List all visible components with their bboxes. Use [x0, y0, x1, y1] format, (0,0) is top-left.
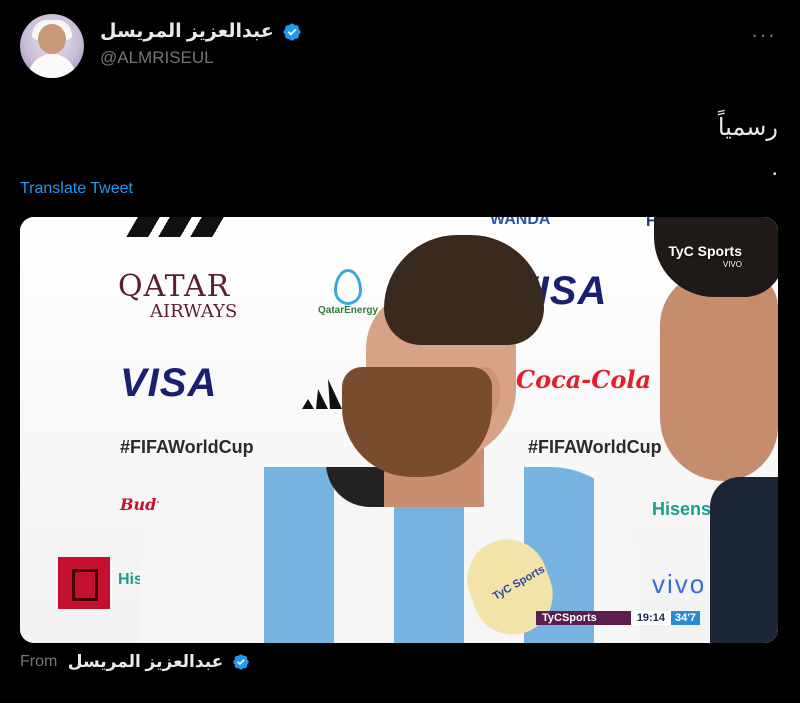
- hashtag-right: #FIFAWorldCup: [528, 437, 662, 457]
- hashtag-left: #FIFAWorldCup: [120, 437, 254, 457]
- avatar[interactable]: [20, 14, 84, 78]
- sponsor-wanda: WANDA: [490, 217, 551, 228]
- more-options-icon[interactable]: ···: [751, 22, 776, 48]
- tweet-media-video[interactable]: WANDA HYUN QATAR AIRWAYS QatarEnergy VIS…: [20, 217, 778, 643]
- sponsor-qatarenergy: QatarEnergy: [318, 305, 379, 316]
- author-display-name[interactable]: عبدالعزيز المريسل: [100, 20, 274, 43]
- sponsor-visa-left: VISA: [120, 361, 218, 405]
- reporter-suit: [710, 477, 778, 643]
- reporter-face: [660, 271, 778, 481]
- jersey-stripe: [264, 467, 334, 643]
- author-handle[interactable]: @ALMRISEUL: [100, 48, 302, 68]
- scorebug-time: 19:14: [630, 611, 671, 625]
- tweet-source: From عبدالعزيز المريسل: [20, 652, 250, 672]
- sponsor-qatar-line1: QATAR: [118, 269, 231, 304]
- from-label: From: [20, 653, 58, 671]
- avatar-body: [28, 54, 76, 78]
- broadcast-live-label: VIVO: [722, 260, 742, 269]
- verified-badge-icon: [283, 22, 301, 41]
- qatarenergy-drop-icon: [334, 269, 362, 305]
- translate-tweet-link[interactable]: Translate Tweet: [20, 180, 133, 198]
- tweet-header: عبدالعزيز المريسل @ALMRISEUL ···: [20, 14, 780, 78]
- source-author-name[interactable]: عبدالعزيز المريسل: [68, 652, 223, 672]
- avatar-face: [38, 24, 66, 54]
- broadcast-logo: TyC Sports VIVO: [668, 243, 742, 269]
- sponsor-cocacola: Coca-Cola: [516, 365, 652, 394]
- tweet-text: رسمياً .: [717, 114, 778, 181]
- author-block: عبدالعزيز المريسل @ALMRISEUL: [100, 20, 302, 68]
- scorebug: TyCSports 19:14 34'7: [536, 611, 700, 625]
- adidas-logo: [126, 217, 228, 237]
- scorebug-period: 34'7: [670, 611, 700, 625]
- sponsor-qatar-line2: AIRWAYS: [150, 301, 238, 322]
- stadium-logo-icon: [58, 557, 110, 609]
- sponsor-vivo: vivo: [652, 569, 707, 599]
- broadcast-logo-text: TyC Sports: [668, 243, 742, 259]
- scorebug-brand: TyCSports: [536, 611, 631, 625]
- verified-badge-icon: [233, 654, 249, 670]
